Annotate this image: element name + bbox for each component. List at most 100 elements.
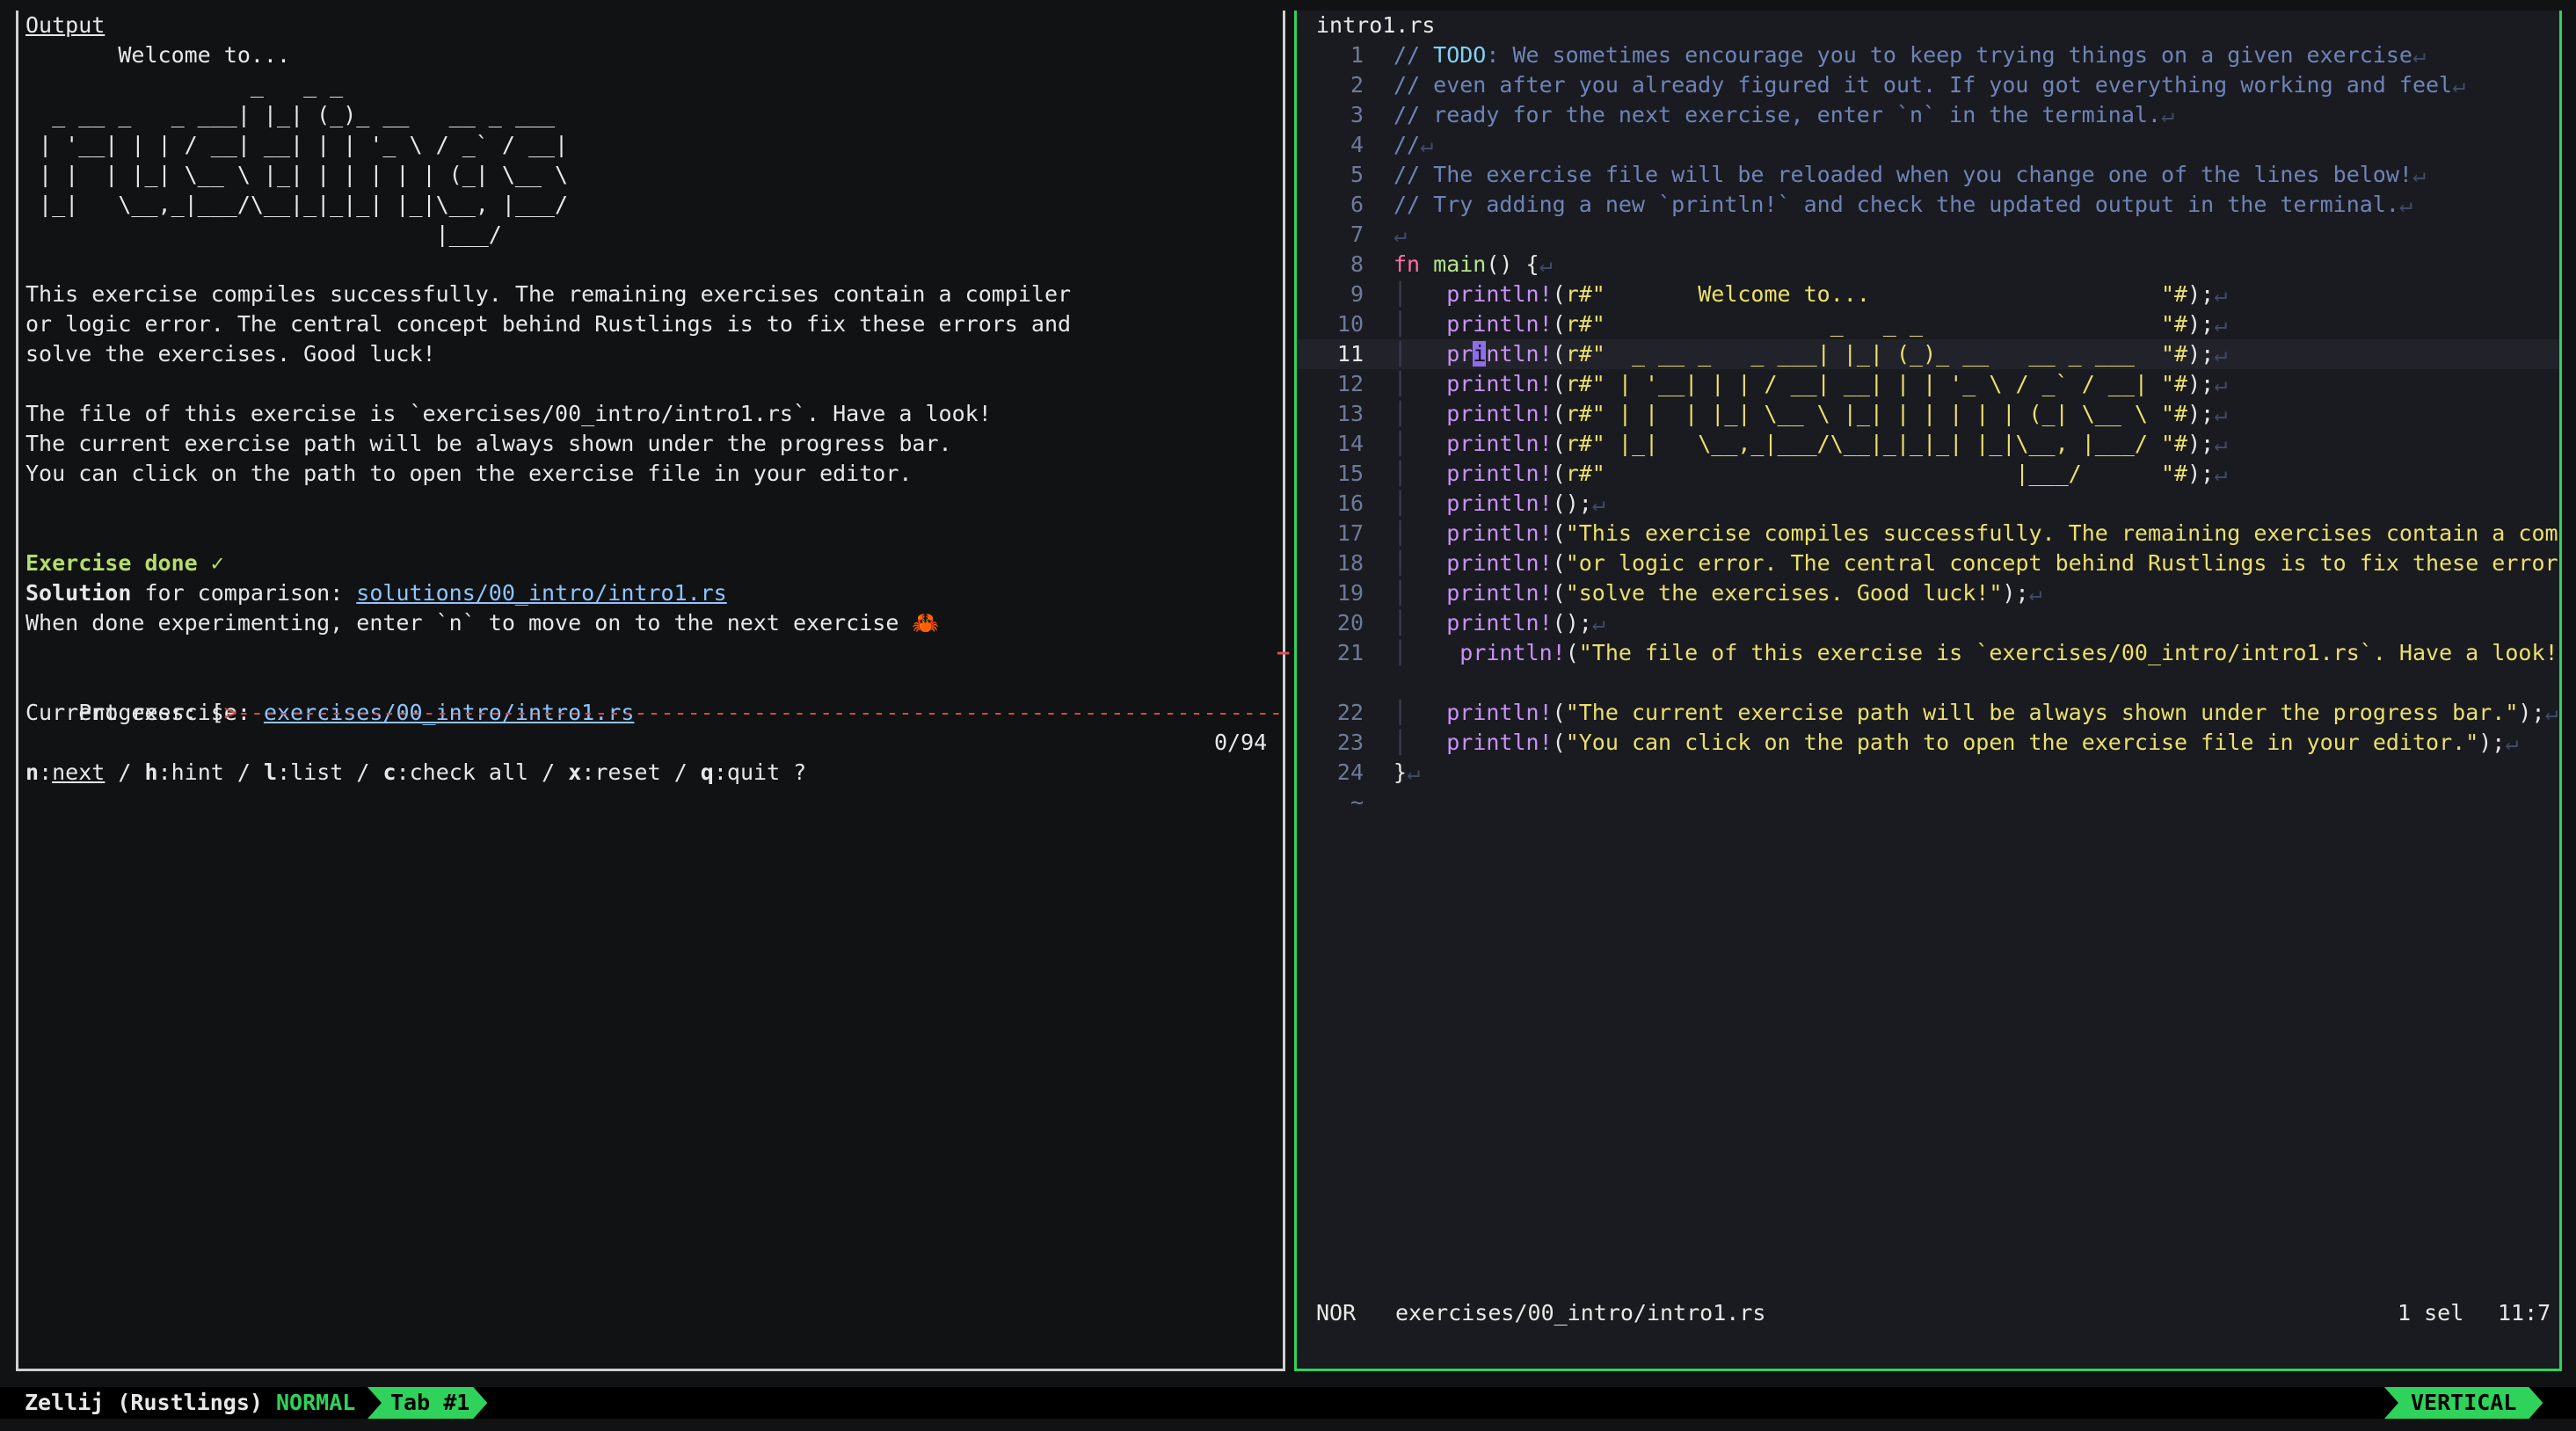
line-number: 13 (1336, 401, 1364, 426)
token-str: r#" |___/ "# (1565, 461, 2188, 486)
token-pun: ( (1552, 580, 1566, 606)
layout-vertical-badge[interactable]: VERTICAL (2384, 1387, 2543, 1419)
code-line: 9 │ println!(r#" Welcome to... "#);↵ (1297, 280, 2559, 309)
key-l: l (264, 759, 278, 785)
code-line: 8 fn main() {↵ (1297, 250, 2559, 280)
line-text: │ println!("The file of this exercise is… (1394, 638, 2559, 668)
line-text: │ println!(r#" |___/ "#);↵ (1394, 459, 2559, 489)
token-mac: println! (1446, 700, 1553, 725)
line-text: // The exercise file will be reloaded wh… (1394, 160, 2559, 190)
indent-guide: │ (1394, 640, 1447, 665)
key-action-check-all[interactable]: check all (410, 759, 528, 785)
token-str: "The file of this exercise is `exercises… (1578, 640, 2559, 665)
line-end-icon: ↵ (2214, 431, 2228, 456)
code-area[interactable]: 1 // TODO: We sometimes encourage you to … (1297, 40, 2559, 817)
line-text: │ println!(r#" |_| \__,_|___/\__|_|_|_| … (1394, 429, 2559, 459)
indent-guide: │ (1394, 580, 1447, 606)
line-number: 12 (1336, 371, 1364, 396)
diff-marker-icon: − (1277, 640, 1291, 665)
line-number: 6 (1350, 192, 1364, 217)
token-str: r#" | '__| | | / __| __| | | '_ \ / _` /… (1565, 371, 2188, 396)
key-q: q (700, 759, 714, 785)
token-mac: pr (1446, 341, 1474, 367)
token-str: r#" _ _ _ "# (1565, 311, 2188, 337)
indent-guide: │ (1394, 700, 1447, 725)
key-divider: / (528, 759, 569, 785)
line-text (1394, 668, 2559, 698)
welcome-line: Welcome to... (25, 42, 291, 68)
output-pane[interactable]: Output Welcome to... _ _ _ _ __ _ _ ___|… (16, 11, 1285, 1371)
line-end-icon: ↵ (2028, 580, 2042, 606)
editor-pane[interactable]: intro1.rs 1 // TODO: We sometimes encoura… (1294, 11, 2562, 1371)
token-mac: println! (1446, 550, 1553, 576)
key-divider: / (223, 759, 264, 785)
token-pun: ( (1552, 700, 1566, 725)
line-number: 18 (1336, 550, 1364, 576)
key-sep: : (396, 759, 410, 785)
intro-text-line: or logic error. The central concept behi… (25, 311, 1072, 337)
keybinding-bar: n:next / h:hint / l:list / c:check all /… (18, 758, 1283, 788)
code-line: 7 ↵ (1297, 220, 2559, 250)
line-text: │ println!("or logic error. The central … (1394, 548, 2559, 578)
code-line: 1 // TODO: We sometimes encourage you to … (1297, 40, 2559, 70)
code-line (1297, 668, 2559, 698)
line-number: ~ (1350, 789, 1364, 815)
key-action-list[interactable]: list (290, 759, 343, 785)
token-pun: ); (2187, 371, 2215, 396)
code-line: 20 │ println!();↵ (1297, 608, 2559, 638)
indent-guide: │ (1394, 490, 1447, 516)
code-line: 15 │ println!(r#" |___/ "#);↵ (1297, 459, 2559, 489)
key-divider: / (105, 759, 145, 785)
code-line: 17 │ println!("This exercise compiles suc… (1297, 519, 2559, 548)
key-action-next[interactable]: next (52, 759, 105, 785)
end-of-buffer-marker: ~ (1297, 788, 2559, 817)
token-pun: () { (1486, 251, 1539, 277)
indent-guide: │ (1394, 431, 1447, 456)
intro-text-line: solve the exercises. Good luck! (25, 341, 436, 367)
token-pun: ( (1552, 550, 1566, 576)
key-action-hint[interactable]: hint (171, 759, 224, 785)
output-header: Output (25, 12, 106, 38)
intro-text-line: This exercise compiles successfully. The… (25, 281, 1072, 307)
file-info-line: The current exercise path will be always… (25, 431, 952, 456)
progress-arrow: > (223, 700, 237, 725)
editor-file-title: intro1.rs (1316, 12, 1436, 38)
line-number: 20 (1336, 610, 1364, 636)
line-end-icon: ↵ (2160, 102, 2175, 127)
token-cmt: // The exercise file will be reloaded wh… (1394, 162, 2412, 187)
editor-mode: NOR (1316, 1300, 1357, 1326)
code-line: 6 // Try adding a new `println!` and chec… (1297, 190, 2559, 220)
line-end-icon: ↵ (2214, 281, 2228, 307)
editor-statusline: NOR exercises/00_intro/intro1.rs 1 sel 1… (1297, 1297, 2559, 1329)
tab-1[interactable]: Tab #1 (367, 1387, 487, 1419)
zellij-status-bar: Zellij (Rustlings) NORMAL Tab #1 VERTICA… (0, 1387, 2576, 1419)
ascii-art-line: | '__| | | / __| __| | | '_ \ / _` / __| (25, 132, 569, 157)
indent-guide: │ (1394, 341, 1447, 367)
code-line: 2 // even after you already figured it ou… (1297, 70, 2559, 100)
line-number: 11 (1336, 341, 1364, 367)
line-text: fn main() {↵ (1394, 250, 2559, 280)
token-pun: ); (2002, 580, 2029, 606)
line-end-icon: ↵ (2412, 42, 2427, 68)
solution-label: Solution (25, 580, 132, 606)
indent-guide: │ (1394, 520, 1447, 546)
token-cmt: // ready for the next exercise, enter `n… (1394, 102, 2161, 127)
line-text: // Try adding a new `println!` and check… (1394, 190, 2559, 220)
token-pun: ( (1552, 461, 1566, 486)
key-action-reset[interactable]: reset (594, 759, 660, 785)
line-end-icon: ↵ (2398, 192, 2412, 217)
token-mac: println! (1446, 281, 1553, 307)
indent-guide: │ (1394, 730, 1447, 755)
token-pun: ( (1552, 730, 1566, 755)
line-text: │ println!(r#" | | | |_| \__ \ |_| | | |… (1394, 399, 2559, 429)
token-mac: ntln! (1486, 341, 1553, 367)
line-number: 9 (1350, 281, 1364, 307)
line-end-icon: ↵ (2544, 700, 2558, 725)
key-action-quit-[interactable]: quit ? (727, 759, 806, 785)
token-pun: (); (1552, 490, 1592, 516)
line-text: │ println!();↵ (1394, 489, 2559, 519)
ascii-art-line: _ _ _ (25, 72, 344, 98)
solution-path-link[interactable]: solutions/00_intro/intro1.rs (356, 580, 726, 606)
token-pun: ); (2187, 431, 2215, 456)
line-text: │ println!(r#" | '__| | | / __| __| | | … (1394, 369, 2559, 399)
